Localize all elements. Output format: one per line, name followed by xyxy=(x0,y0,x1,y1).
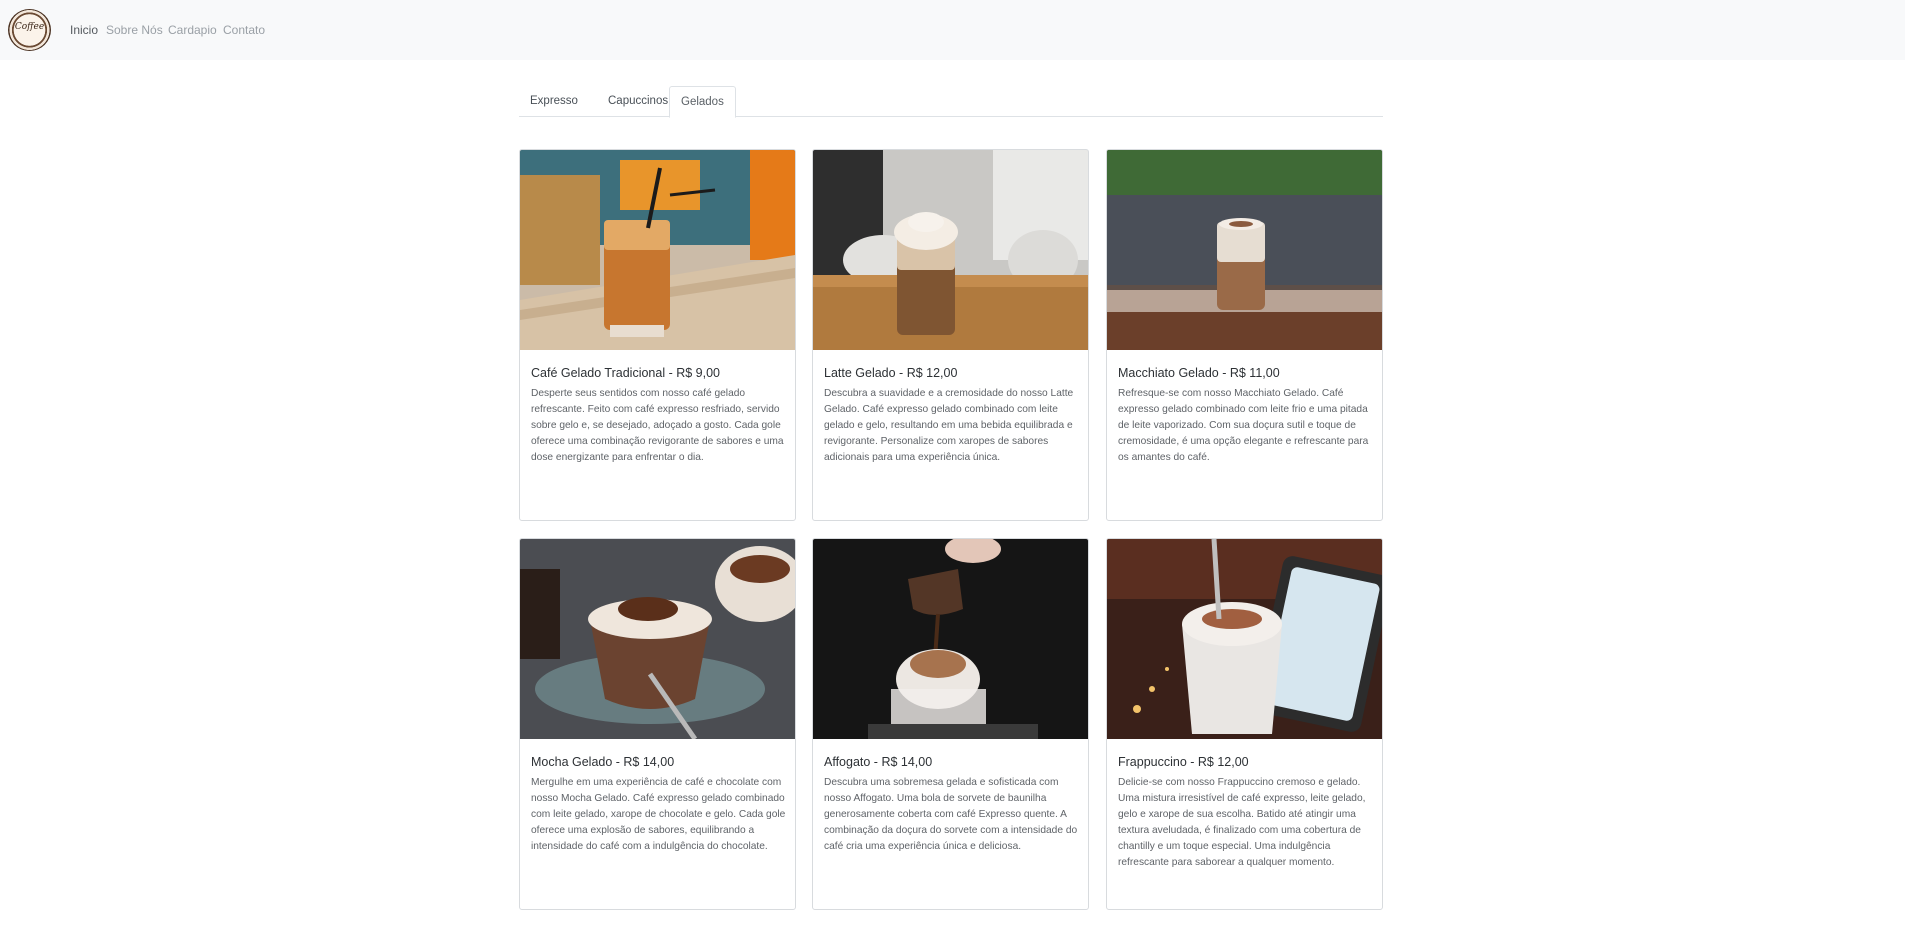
product-title: Café Gelado Tradicional - R$ 9,00 xyxy=(531,366,720,380)
product-description: Mergulhe em uma experiência de café e ch… xyxy=(531,777,786,852)
product-image xyxy=(520,150,795,350)
product-description: Desperte seus sentidos com nosso café ge… xyxy=(531,388,784,463)
product-image xyxy=(813,150,1088,350)
menu-tabs: Expresso Capuccinos Gelados xyxy=(519,86,1383,118)
product-image xyxy=(1107,150,1382,350)
navbar: Coffee Inicio Sobre Nós Cardapio Contato xyxy=(0,0,1905,60)
product-title: Affogato - R$ 14,00 xyxy=(824,755,933,769)
product-description: Descubra uma sobremesa gelada e sofistic… xyxy=(824,777,1078,852)
product-description: Descubra a suavidade e a cremosidade do … xyxy=(824,388,1074,463)
tab-gelados[interactable]: Gelados xyxy=(669,86,736,118)
product-title: Mocha Gelado - R$ 14,00 xyxy=(531,755,675,769)
nav-item-cardapio[interactable]: Cardapio xyxy=(168,23,217,37)
product-description: Delicie-se com nosso Frappuccino cremoso… xyxy=(1118,777,1366,868)
product-image xyxy=(1107,539,1382,739)
product-title: Frappuccino - R$ 12,00 xyxy=(1118,755,1249,769)
product-image xyxy=(520,539,795,739)
tab-expresso[interactable]: Expresso xyxy=(519,86,589,117)
nav-item-contato[interactable]: Contato xyxy=(223,23,265,37)
tab-capuccinos[interactable]: Capuccinos xyxy=(597,86,679,117)
product-card[interactable]: Macchiato Gelado - R$ 11,00 Refresque-se… xyxy=(1106,149,1383,521)
product-card[interactable]: Affogato - R$ 14,00 Descubra uma sobreme… xyxy=(812,538,1089,910)
product-title: Latte Gelado - R$ 12,00 xyxy=(824,366,958,380)
product-card[interactable]: Latte Gelado - R$ 12,00 Descubra a suavi… xyxy=(812,149,1089,521)
brand-logo[interactable]: Coffee xyxy=(8,9,51,51)
product-description: Refresque-se com nosso Macchiato Gelado.… xyxy=(1118,388,1369,463)
nav-item-inicio[interactable]: Inicio xyxy=(70,23,98,37)
brand-logo-text: Coffee xyxy=(14,22,45,32)
product-image xyxy=(813,539,1088,739)
product-card[interactable]: Frappuccino - R$ 12,00 Delicie-se com no… xyxy=(1106,538,1383,910)
product-card[interactable]: Mocha Gelado - R$ 14,00 Mergulhe em uma … xyxy=(519,538,796,910)
product-title: Macchiato Gelado - R$ 11,00 xyxy=(1118,366,1280,380)
nav-item-sobre-nos[interactable]: Sobre Nós xyxy=(106,23,163,37)
product-card[interactable]: Café Gelado Tradicional - R$ 9,00 Desper… xyxy=(519,149,796,521)
